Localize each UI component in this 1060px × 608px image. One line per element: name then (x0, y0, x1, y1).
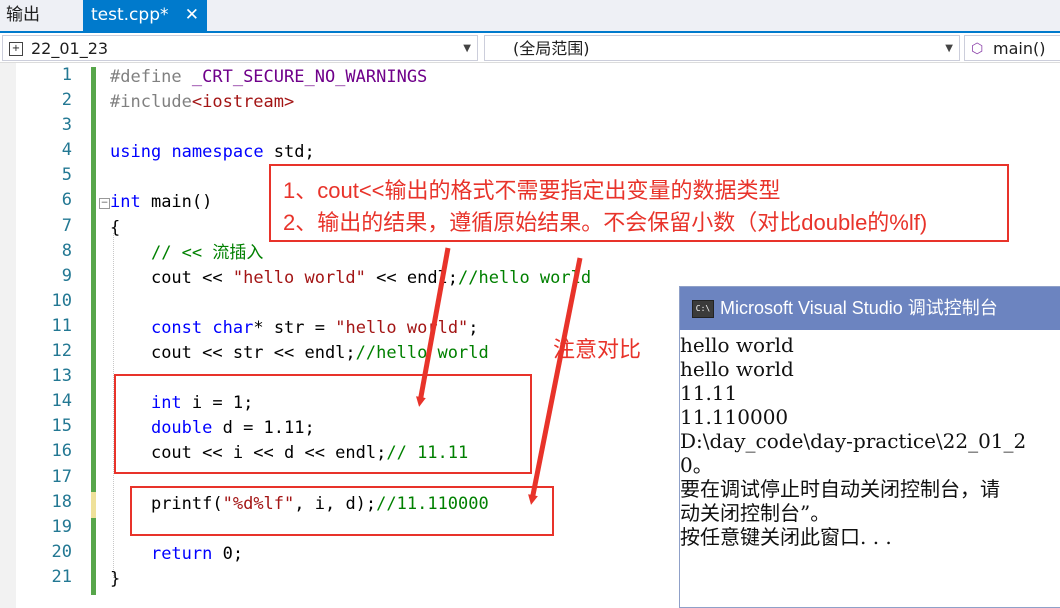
collapse-icon[interactable]: − (99, 198, 110, 209)
project-icon: + (9, 42, 23, 56)
console-line: 按任意键关闭此窗口. . . (680, 525, 892, 549)
tab-test-cpp-label: test.cpp* (91, 5, 169, 25)
line-number: 11 (51, 315, 72, 336)
line-number: 12 (51, 341, 72, 362)
console-line: 0。 (680, 453, 713, 477)
line-number: 16 (51, 441, 72, 462)
console-title-bar[interactable]: C:\ Microsoft Visual Studio 调试控制台 (680, 287, 1060, 330)
debug-console-window[interactable]: C:\ Microsoft Visual Studio 调试控制台 hello … (679, 286, 1060, 608)
line-number: 21 (51, 566, 72, 587)
line-number: 5 (61, 165, 72, 186)
line-number: 8 (61, 240, 72, 261)
console-line: D:\day_code\day-practice\22_01_2 (680, 429, 1027, 453)
console-output: hello world hello world 11.11 11.110000 D:\d… (680, 333, 1060, 549)
code-line-2: #include<iostream> (110, 92, 295, 113)
saved-change-bar (91, 518, 96, 595)
code-line-1: #define _CRT_SECURE_NO_WARNINGS (110, 67, 428, 87)
code-line-20: return 0; (150, 543, 244, 564)
method-cube-icon: ⬡ (971, 41, 984, 57)
line-number: 1 (61, 65, 72, 85)
unsaved-change-bar (91, 492, 96, 518)
code-line-9: cout << "hello world" << endl;//hello wo… (150, 267, 592, 288)
annotation-note-line-2: 2、输出的结果，遵循原始结果。不会保留小数（对比double的%lf) (283, 210, 928, 235)
line-number: 10 (51, 290, 72, 311)
console-line: 要在调试停止时自动关闭控制台，请 (680, 477, 1000, 501)
member-dropdown-value: main() (993, 39, 1046, 58)
line-number: 4 (61, 140, 72, 161)
line-number: 14 (51, 391, 72, 412)
member-dropdown[interactable]: ⬡ main() (964, 35, 1060, 61)
annotation-compare-label: 注意对比 (553, 337, 642, 362)
line-number: 13 (51, 366, 72, 387)
console-line: 11.110000 (680, 405, 789, 429)
console-line: 动关闭控制台”。 (680, 501, 831, 525)
project-dropdown[interactable]: + 22_01_23 ▼ (2, 35, 478, 61)
line-number: 17 (51, 466, 72, 487)
code-line-21: } (110, 568, 121, 589)
console-line: hello world (680, 333, 794, 357)
console-app-icon: C:\ (692, 300, 714, 318)
line-number: 7 (61, 215, 72, 236)
line-number: 6 (61, 190, 72, 211)
line-number: 15 (51, 416, 72, 437)
project-dropdown-value: 22_01_23 (31, 39, 109, 58)
line-number: 2 (61, 90, 72, 111)
console-line: hello world (680, 357, 794, 381)
annotation-note-box: 1、cout<<输出的格式不需要指定出变量的数据类型 2、输出的结果，遵循原始结… (269, 164, 1009, 242)
annotation-note-line-1: 1、cout<<输出的格式不需要指定出变量的数据类型 (283, 178, 781, 203)
saved-change-bar (91, 67, 96, 492)
line-number: 3 (61, 115, 72, 136)
line-number: 19 (51, 516, 72, 537)
console-line: 11.11 (680, 381, 738, 405)
code-line-8: // << 流插入 (150, 242, 264, 263)
line-number: 18 (51, 491, 72, 512)
line-number-gutter: 1 2 3 4 5 6 7 8 9 10 11 12 13 14 15 16 17 18 19 20 21 (14, 63, 72, 590)
tab-test-cpp[interactable]: test.cpp* ✕ (83, 0, 207, 31)
tab-output-label: 输出 (6, 5, 40, 25)
chevron-down-icon[interactable]: ▼ (463, 36, 471, 62)
tab-output[interactable]: 输出 (0, 0, 86, 31)
scope-dropdown[interactable]: (全局范围) ▼ (484, 35, 960, 61)
line-number: 9 (61, 265, 72, 286)
code-line-4: using namespace std; (110, 142, 315, 163)
navigation-bar: + 22_01_23 ▼ (全局范围) ▼ ⬡ main() (0, 33, 1060, 63)
highlight-box-printf (130, 486, 554, 536)
scope-dropdown-value: (全局范围) (513, 39, 590, 58)
document-tab-bar: 输出 test.cpp* ✕ (0, 0, 1060, 31)
line-number: 20 (51, 541, 72, 562)
console-title: Microsoft Visual Studio 调试控制台 (720, 298, 998, 318)
highlight-box-cout (114, 374, 532, 474)
chevron-down-icon[interactable]: ▼ (945, 36, 953, 62)
close-icon[interactable]: ✕ (185, 0, 199, 31)
